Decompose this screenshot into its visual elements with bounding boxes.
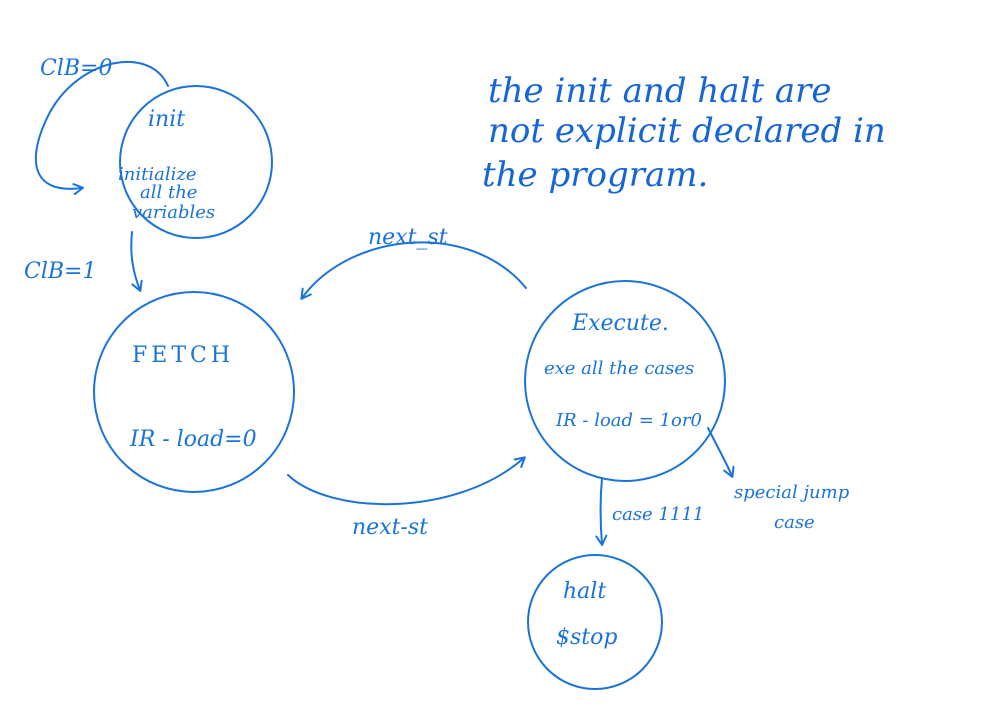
arrow-execute-special xyxy=(707,427,735,478)
arrow-init-fetch xyxy=(130,231,143,292)
transition-init-fetch: ClB=1 xyxy=(24,231,143,292)
state-init: init initialize all the variables xyxy=(118,85,273,239)
state-halt-circle xyxy=(527,554,663,690)
transition-execute-fetch: next_st xyxy=(300,225,527,300)
label-special-line-1: special jump xyxy=(734,482,850,503)
label-fetch-execute: next-st xyxy=(352,515,428,540)
state-halt-detail: $stop xyxy=(556,625,617,650)
label-clb0: ClB=0 xyxy=(40,56,112,81)
state-fetch-detail: IR - load=0 xyxy=(129,427,257,452)
transition-execute-halt: case 1111 xyxy=(595,477,704,546)
state-init-line-2: all the xyxy=(140,182,197,203)
state-diagram: the init and halt are not explicit decla… xyxy=(24,56,886,690)
label-special-line-2: case xyxy=(774,512,815,533)
state-execute-detail: exe all the cases xyxy=(544,358,694,379)
label-case-halt: case 1111 xyxy=(612,504,704,525)
state-init-line-3: variables xyxy=(132,202,215,223)
arrow-execute-halt xyxy=(595,477,608,546)
state-halt: halt $stop xyxy=(527,554,663,690)
note: the init and halt are not explicit decla… xyxy=(482,71,886,195)
label-execute-fetch: next_st xyxy=(368,225,448,250)
transition-execute-special: special jump case xyxy=(707,427,850,533)
transition-fetch-execute: next-st xyxy=(287,456,526,540)
state-execute-load: IR - load = 1or0 xyxy=(555,410,702,431)
arrow-fetch-execute xyxy=(287,456,526,506)
label-clb1: ClB=1 xyxy=(24,259,96,284)
state-execute: Execute. exe all the cases IR - load = 1… xyxy=(524,280,726,482)
note-line-2: not explicit declared in xyxy=(488,111,886,151)
arrow-execute-fetch xyxy=(300,241,527,300)
state-halt-name: halt xyxy=(563,579,606,604)
state-fetch: FETCH IR - load=0 xyxy=(93,291,295,493)
state-fetch-circle xyxy=(93,291,295,493)
note-line-1: the init and halt are xyxy=(488,71,832,111)
note-line-3: the program. xyxy=(482,155,708,195)
state-fetch-name: FETCH xyxy=(132,343,234,368)
state-init-name: init xyxy=(148,107,185,132)
state-execute-name: Execute. xyxy=(571,311,669,336)
